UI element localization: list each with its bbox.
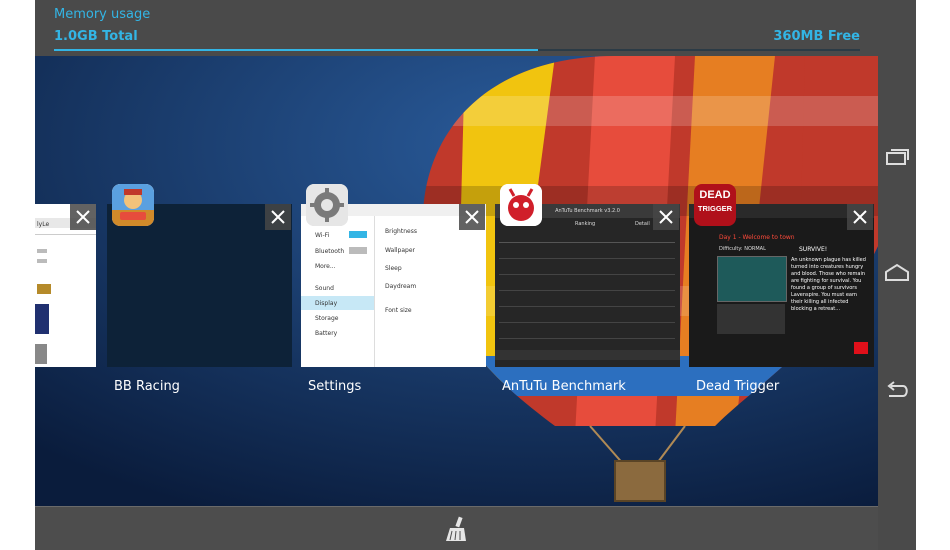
home-button[interactable] (883, 259, 911, 287)
memory-progress-fill (54, 49, 538, 51)
task-label-bb-racing: BB Racing (114, 379, 180, 394)
memory-usage-bar: Memory usage 1.0GB Total 360MB Free (35, 0, 878, 56)
close-settings-button[interactable] (459, 204, 485, 230)
right-margin (916, 0, 950, 550)
settings-gear-icon (306, 184, 348, 226)
close-antutu-button[interactable] (653, 204, 679, 230)
back-button[interactable] (883, 376, 911, 404)
memory-usage-title: Memory usage (54, 7, 151, 22)
bb-racing-icon (112, 184, 154, 226)
task-label-antutu: AnTuTu Benchmark (502, 379, 626, 394)
recent-apps-screen: Memory usage 1.0GB Total 360MB Free lyLe (35, 0, 878, 550)
memory-total-label: 1.0GB Total (54, 29, 138, 44)
close-bb-racing-button[interactable] (265, 204, 291, 230)
bottom-action-bar (35, 506, 878, 550)
task-label-dead-trigger: Dead Trigger (696, 379, 780, 394)
memory-free-label: 360MB Free (773, 29, 860, 44)
close-dead-trigger-button[interactable] (847, 204, 873, 230)
close-icon (271, 210, 285, 224)
antutu-icon (500, 184, 542, 226)
memory-progress-track (54, 49, 860, 51)
home-icon (885, 263, 909, 281)
clear-all-button[interactable] (442, 515, 470, 543)
close-icon (853, 210, 867, 224)
task-label-settings: Settings (308, 379, 362, 394)
recent-apps-icon (886, 149, 909, 165)
close-icon (76, 210, 90, 224)
close-icon (659, 210, 673, 224)
navigation-bar (878, 0, 916, 550)
back-icon (887, 381, 908, 397)
close-icon (465, 210, 479, 224)
close-partial-task-button[interactable] (70, 204, 96, 230)
broom-icon (446, 516, 466, 541)
dead-trigger-icon: DEAD TRIGGER (694, 184, 736, 226)
recent-apps-button[interactable] (883, 143, 911, 171)
